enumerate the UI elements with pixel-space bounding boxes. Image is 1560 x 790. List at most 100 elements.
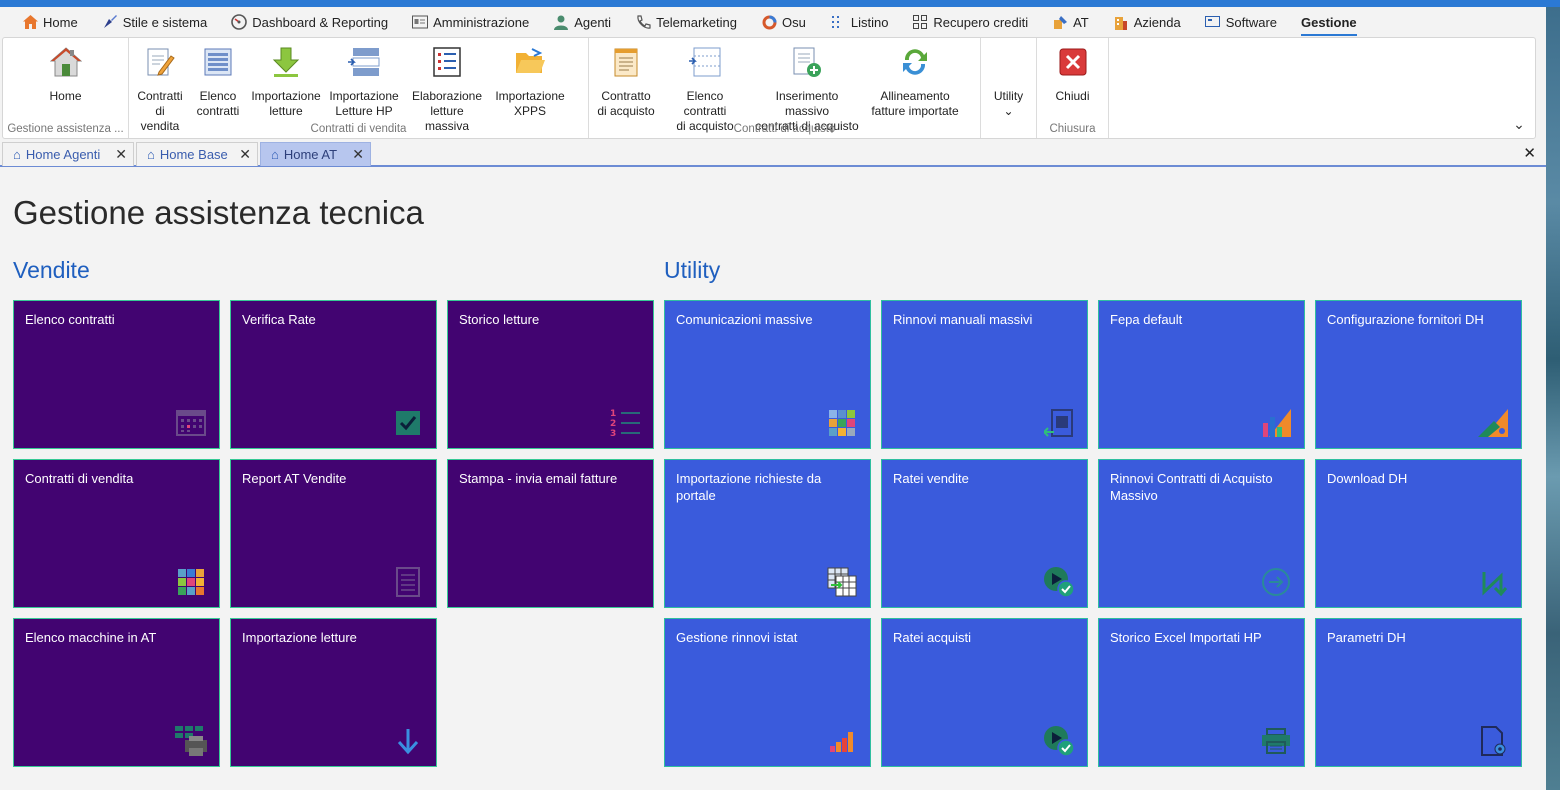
ribbon-group-label: Contratti di acquisto <box>733 123 836 135</box>
ribbon-utility-dropdown[interactable]: Utility ⌄ <box>988 42 1030 138</box>
home-icon: ⌂ <box>271 147 279 162</box>
tile-label: Download DH <box>1327 471 1408 486</box>
tile-label: Report AT Vendite <box>242 471 347 486</box>
table-import-icon <box>826 567 858 597</box>
tab-label: Home Base <box>159 147 228 162</box>
ribbon-collapse-chevron-icon[interactable]: ⌄ <box>1511 116 1527 132</box>
tile-stampa-invia-email[interactable]: Stampa - invia email fatture <box>447 459 654 608</box>
tile-rinnovi-manuali-massivi[interactable]: Rinnovi manuali massivi <box>881 300 1088 449</box>
tab-home-base[interactable]: ⌂ Home Base ✕ <box>136 142 258 166</box>
menu-amministrazione[interactable]: Amministrazione <box>412 8 529 36</box>
ribbon-group-label: Chiusura <box>1049 123 1096 135</box>
close-red-icon <box>1056 44 1090 80</box>
page-title: Gestione assistenza tecnica <box>13 194 424 231</box>
home-icon: ⌂ <box>147 147 155 162</box>
home-icon: ⌂ <box>13 147 21 162</box>
play-check-icon <box>1043 567 1075 598</box>
tile-parametri-dh[interactable]: Parametri DH <box>1315 618 1522 767</box>
menu-home-label: Home <box>43 14 78 30</box>
tile-label: Verifica Rate <box>242 312 316 327</box>
menu-telemarketing[interactable]: Telemarketing <box>635 8 737 36</box>
tile-elenco-contratti[interactable]: Elenco contratti <box>13 300 220 449</box>
menu-listino-label: Listino <box>850 14 889 30</box>
menu-azienda-label: Azienda <box>1133 14 1181 30</box>
menu-agenti[interactable]: Agenti <box>553 8 611 36</box>
ribbon-group-gestione-assistenza: Home Gestione assistenza ... <box>3 38 129 138</box>
ribbon-chiudi-label: Chiudi <box>1055 89 1090 103</box>
arrow-circle-icon <box>1260 567 1292 597</box>
menu-listino[interactable]: Listino <box>830 8 889 36</box>
numbered-list-icon: 123 <box>609 408 641 438</box>
menu-software[interactable]: Software <box>1205 8 1277 36</box>
window-top-strip <box>0 0 1560 7</box>
menu-stile-sistema[interactable]: Stile e sistema <box>102 8 208 36</box>
ribbon-contratto-acquisto-label: Contratto di acquisto <box>597 89 655 118</box>
menu-home[interactable]: Home <box>22 8 78 36</box>
tab-label: Home Agenti <box>25 147 101 162</box>
tile-ratei-vendite[interactable]: Ratei vendite <box>881 459 1088 608</box>
menu-at-label: AT <box>1073 14 1089 30</box>
menu-gestione[interactable]: Gestione <box>1301 8 1357 36</box>
close-icon[interactable]: ✕ <box>115 146 127 163</box>
phone-icon <box>635 14 651 30</box>
ring-icon <box>761 14 777 30</box>
tile-label: Importazione letture <box>242 630 357 645</box>
list-lines-icon <box>347 44 381 80</box>
tile-label: Configurazione fornitori DH <box>1327 312 1484 327</box>
tile-report-at-vendite[interactable]: Report AT Vendite <box>230 459 437 608</box>
notepad-icon <box>609 44 643 80</box>
ribbon-group-chiusura: Chiudi Chiusura <box>1037 38 1109 138</box>
tile-verifica-rate[interactable]: Verifica Rate <box>230 300 437 449</box>
menu-agenti-label: Agenti <box>574 14 612 30</box>
tab-home-agenti[interactable]: ⌂ Home Agenti ✕ <box>2 142 134 166</box>
tile-configurazione-fornitori-dh[interactable]: Configurazione fornitori DH <box>1315 300 1522 449</box>
tile-comunicazioni-massive[interactable]: Comunicazioni massive <box>664 300 871 449</box>
ribbon-importazione-letture-hp-label: Importazione Letture HP <box>329 89 399 118</box>
tile-storico-letture[interactable]: Storico letture 123 <box>447 300 654 449</box>
document-add-icon <box>790 44 824 80</box>
list-frame-icon <box>688 44 722 80</box>
document-pencil-icon <box>143 44 177 80</box>
tile-importazione-letture[interactable]: Importazione letture <box>230 618 437 767</box>
menu-software-label: Software <box>1225 14 1278 30</box>
tile-gestione-rinnovi-istat[interactable]: Gestione rinnovi istat <box>664 618 871 767</box>
tile-label: Ratei vendite <box>893 471 969 486</box>
menu-recupero-crediti[interactable]: Recupero crediti <box>912 8 1028 36</box>
tile-download-dh[interactable]: Download DH <box>1315 459 1522 608</box>
ribbon-toolbar: Home Gestione assistenza ... Contratti d… <box>2 37 1536 139</box>
ribbon-importazione-letture-label: Importazione letture <box>251 89 321 118</box>
menu-gestione-label: Gestione <box>1301 14 1357 30</box>
menu-osu-label: Osu <box>782 14 806 30</box>
tile-label: Gestione rinnovi istat <box>676 630 798 645</box>
tile-rinnovi-contratti-acquisto-massivo[interactable]: Rinnovi Contratti di Acquisto Massivo <box>1098 459 1305 608</box>
calendar-icon <box>175 408 207 438</box>
folder-open-icon <box>513 44 547 80</box>
tile-contratti-di-vendita[interactable]: Contratti di vendita <box>13 459 220 608</box>
close-icon[interactable]: ✕ <box>239 146 251 163</box>
document-gear-icon <box>1477 726 1509 756</box>
ribbon-group-label: Gestione assistenza ... <box>7 123 124 135</box>
tile-label: Rinnovi manuali massivi <box>893 312 1033 327</box>
main-menubar: Home Stile e sistema Dashboard & Reporti… <box>0 7 1546 37</box>
close-icon[interactable]: ✕ <box>352 146 364 163</box>
tile-ratei-acquisti[interactable]: Ratei acquisti <box>881 618 1088 767</box>
tile-importazione-richieste-portale[interactable]: Importazione richieste da portale <box>664 459 871 608</box>
menu-recupero-label: Recupero crediti <box>933 14 1029 30</box>
tab-home-at[interactable]: ⌂ Home AT ✕ <box>260 142 371 166</box>
document-lines-icon <box>392 567 424 597</box>
menu-osu[interactable]: Osu <box>761 8 806 36</box>
tile-label: Elenco contratti <box>25 312 115 327</box>
menu-stile-label: Stile e sistema <box>122 14 208 30</box>
menu-azienda[interactable]: Azienda <box>1113 8 1181 36</box>
tile-label: Comunicazioni massive <box>676 312 813 327</box>
menu-at[interactable]: AT <box>1052 8 1089 36</box>
tile-label: Stampa - invia email fatture <box>459 471 618 486</box>
tile-elenco-macchine-at[interactable]: Elenco macchine in AT <box>13 618 220 767</box>
close-all-tabs-icon[interactable]: ✕ <box>1523 144 1536 162</box>
bar-chart-icon <box>826 726 858 756</box>
document-tabbar: ⌂ Home Agenti ✕ ⌂ Home Base ✕ ⌂ Home AT … <box>0 141 1546 167</box>
tile-storico-excel-importati-hp[interactable]: Storico Excel Importati HP <box>1098 618 1305 767</box>
tile-fepa-default[interactable]: Fepa default <box>1098 300 1305 449</box>
ribbon-utility-spacer <box>992 44 1026 80</box>
menu-dashboard[interactable]: Dashboard & Reporting <box>231 8 388 36</box>
